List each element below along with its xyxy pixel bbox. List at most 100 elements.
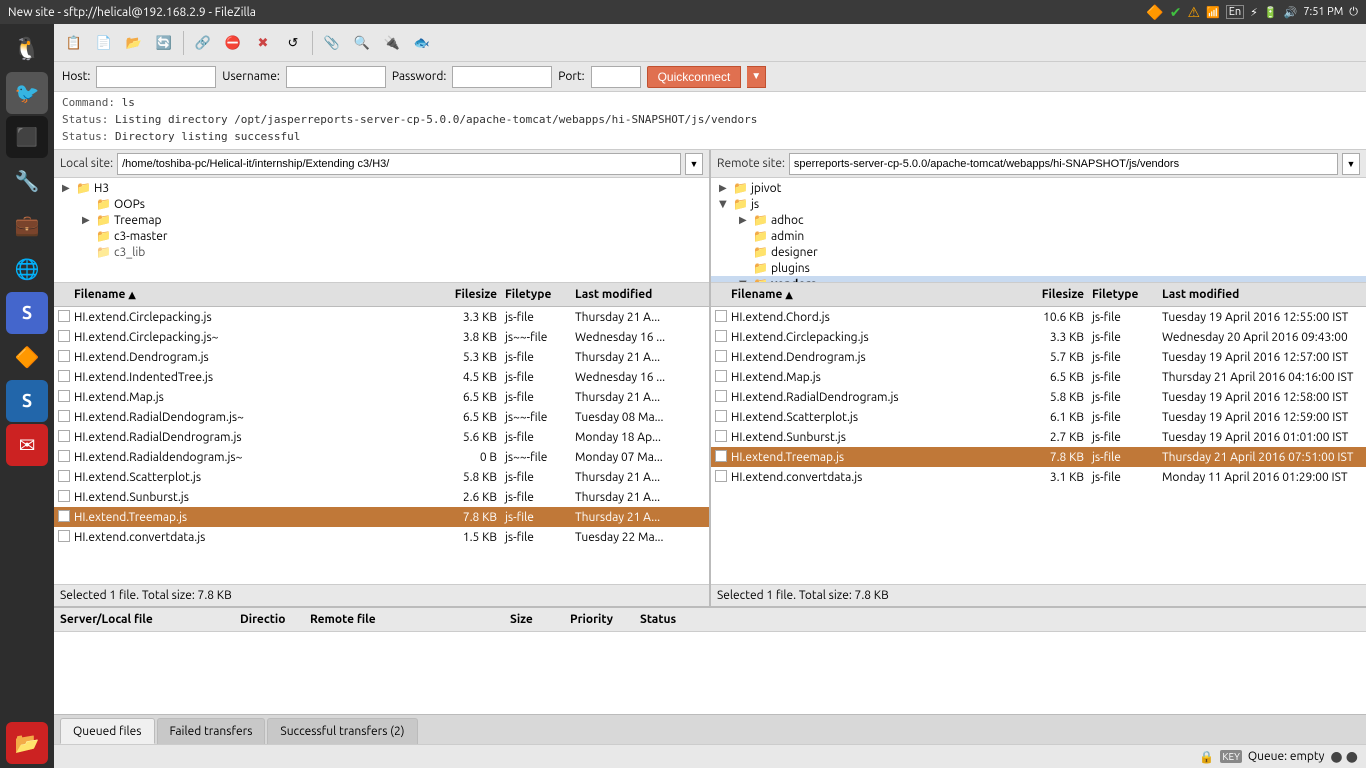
remote-file-row[interactable]: HI.extend.Circlepacking.js 3.3 KB js-fil… [711, 327, 1366, 347]
tree-item-js[interactable]: ▼ 📁 js [711, 196, 1366, 212]
remote-col-filesize[interactable]: Filesize [1012, 288, 1092, 301]
remote-col-filename[interactable]: Filename ▲ [731, 288, 1012, 301]
bottom-tabs: Queued files Failed transfers Successful… [54, 714, 1366, 744]
local-file-row[interactable]: HI.extend.Treemap.js 7.8 KB js-file Thur… [54, 507, 709, 527]
queue-btn[interactable]: 📎 [318, 29, 346, 57]
file-type: js-file [505, 491, 575, 504]
sidebar-icon-s1[interactable]: S [6, 292, 48, 334]
tree-item-adhoc[interactable]: ▶ 📁 adhoc [711, 212, 1366, 228]
remote-pane: Remote site: ▼ ▶ 📁 jpivot ▼ 📁 [711, 150, 1366, 606]
tree-item-designer[interactable]: 📁 designer [711, 244, 1366, 260]
local-file-row[interactable]: HI.extend.Sunburst.js 2.6 KB js-file Thu… [54, 487, 709, 507]
tree-item-oops[interactable]: 📁 OOPs [54, 196, 709, 212]
c3master-label: c3-master [114, 230, 167, 243]
tree-item-jpivot[interactable]: ▶ 📁 jpivot [711, 180, 1366, 196]
local-col-filename[interactable]: Filename ▲ [74, 288, 435, 301]
remote-file-row[interactable]: HI.extend.Dendrogram.js 5.7 KB js-file T… [711, 347, 1366, 367]
sidebar-icon-filezilla[interactable]: 📂 [6, 722, 48, 764]
local-tree: ▶ 📁 H3 📁 OOPs ▶ 📁 Treemap [54, 178, 709, 283]
tree-item-treemap[interactable]: ▶ 📁 Treemap [54, 212, 709, 228]
local-file-row[interactable]: HI.extend.Radialdendogram.js~ 0 B js~~-f… [54, 447, 709, 467]
tree-item-vendors[interactable]: ▼ 📁 vendors [711, 276, 1366, 283]
toggle-remotedir-btn[interactable]: 🔄 [150, 29, 178, 57]
sidebar-icon-terminal[interactable]: ⬛ [6, 116, 48, 158]
sidebar-icon-s2[interactable]: S [6, 380, 48, 422]
tab-successful-transfers[interactable]: Successful transfers (2) [267, 718, 417, 744]
cancel-btn[interactable]: ✖ [249, 29, 277, 57]
remote-file-row[interactable]: HI.extend.Treemap.js 7.8 KB js-file Thur… [711, 447, 1366, 467]
tree-item-plugins[interactable]: 📁 plugins [711, 260, 1366, 276]
filter-btn[interactable]: 🔌 [378, 29, 406, 57]
quickconnect-button[interactable]: Quickconnect [647, 66, 742, 88]
remote-file-size: 3.3 KB [1012, 331, 1092, 344]
remote-col-modified[interactable]: Last modified [1162, 288, 1362, 301]
local-col-filetype[interactable]: Filetype [505, 288, 575, 301]
tree-item-c3master[interactable]: 📁 c3-master [54, 228, 709, 244]
adhoc-folder-icon: 📁 [753, 213, 768, 227]
transfer-cols-header: Server/Local file Directio Remote file S… [54, 608, 1366, 632]
open-sitemanager-btn[interactable]: 📋 [60, 29, 88, 57]
tree-item-h3[interactable]: ▶ 📁 H3 [54, 180, 709, 196]
local-file-row[interactable]: HI.extend.RadialDendogram.js~ 6.5 KB js~… [54, 407, 709, 427]
toggle-log-btn[interactable]: 📄 [90, 29, 118, 57]
toggle-localdir-btn[interactable]: 📂 [120, 29, 148, 57]
local-file-row[interactable]: HI.extend.Map.js 6.5 KB js-file Thursday… [54, 387, 709, 407]
remote-path-input[interactable] [789, 153, 1338, 175]
refresh-btn[interactable]: ↺ [279, 29, 307, 57]
password-input[interactable] [452, 66, 552, 88]
tree-item-c3lib[interactable]: 📁 c3_lib [54, 244, 709, 260]
host-input[interactable] [96, 66, 216, 88]
local-file-list: HI.extend.Circlepacking.js 3.3 KB js-fil… [54, 307, 709, 584]
remote-file-row[interactable]: HI.extend.Scatterplot.js 6.1 KB js-file … [711, 407, 1366, 427]
remote-path-dropdown-btn[interactable]: ▼ [1342, 153, 1360, 175]
transfer-col-size: Size [510, 613, 570, 626]
local-file-row[interactable]: HI.extend.Circlepacking.js 3.3 KB js-fil… [54, 307, 709, 327]
local-file-row[interactable]: HI.extend.IndentedTree.js 4.5 KB js-file… [54, 367, 709, 387]
sidebar-icon-bird[interactable]: 🐦 [6, 72, 48, 114]
tree-item-admin[interactable]: 📁 admin [711, 228, 1366, 244]
quickconnect-dropdown-btn[interactable]: ▼ [747, 66, 766, 88]
local-file-row[interactable]: HI.extend.Circlepacking.js~ 3.8 KB js~~-… [54, 327, 709, 347]
remote-file-row[interactable]: HI.extend.Chord.js 10.6 KB js-file Tuesd… [711, 307, 1366, 327]
app-sidebar: 🐧 🐦 ⬛ 🔧 💼 🌐 S 🔶 S ✉ 📂 [0, 24, 54, 768]
wifi-icon: 📶 [1206, 6, 1220, 19]
remote-file-modified: Wednesday 20 April 2016 09:43:00 [1162, 331, 1362, 344]
remote-file-size: 10.6 KB [1012, 311, 1092, 324]
sidebar-icon-chrome[interactable]: 🌐 [6, 248, 48, 290]
remote-file-name: HI.extend.Sunburst.js [731, 431, 1012, 444]
username-input[interactable] [286, 66, 386, 88]
sidebar-icon-mail[interactable]: ✉ [6, 424, 48, 466]
sidebar-icon-vlc[interactable]: 🔶 [6, 336, 48, 378]
admin-folder-icon: 📁 [753, 229, 768, 243]
remote-file-size: 3.1 KB [1012, 471, 1092, 484]
local-col-filesize[interactable]: Filesize [435, 288, 505, 301]
file-name: HI.extend.RadialDendogram.js~ [74, 411, 435, 424]
file-name: HI.extend.Scatterplot.js [74, 471, 435, 484]
local-col-modified[interactable]: Last modified [575, 288, 705, 301]
remote-file-name: HI.extend.Circlepacking.js [731, 331, 1012, 344]
remote-file-modified: Thursday 21 April 2016 04:16:00 IST [1162, 371, 1362, 384]
local-file-row[interactable]: HI.extend.RadialDendrogram.js 5.6 KB js-… [54, 427, 709, 447]
local-file-row[interactable]: HI.extend.Dendrogram.js 5.3 KB js-file T… [54, 347, 709, 367]
sidebar-icon-briefcase[interactable]: 💼 [6, 204, 48, 246]
remote-file-row[interactable]: HI.extend.Sunburst.js 2.7 KB js-file Tue… [711, 427, 1366, 447]
disconnect-btn[interactable]: ⛔ [219, 29, 247, 57]
compare-btn[interactable]: 🐟 [408, 29, 436, 57]
reconnect-btn[interactable]: 🔗 [189, 29, 217, 57]
tab-failed-transfers[interactable]: Failed transfers [157, 718, 266, 744]
sidebar-icon-settings[interactable]: 🔧 [6, 160, 48, 202]
file-type: js-file [505, 351, 575, 364]
remote-file-row[interactable]: HI.extend.Map.js 6.5 KB js-file Thursday… [711, 367, 1366, 387]
remote-col-filetype[interactable]: Filetype [1092, 288, 1162, 301]
local-file-row[interactable]: HI.extend.convertdata.js 1.5 KB js-file … [54, 527, 709, 547]
processqueue-btn[interactable]: 🔍 [348, 29, 376, 57]
sidebar-icon-ubuntu[interactable]: 🐧 [6, 28, 48, 70]
tab-queued-files[interactable]: Queued files [60, 718, 155, 744]
local-path-dropdown-btn[interactable]: ▼ [685, 153, 703, 175]
remote-file-row[interactable]: HI.extend.RadialDendrogram.js 5.8 KB js-… [711, 387, 1366, 407]
designer-label: designer [771, 246, 818, 259]
port-input[interactable] [591, 66, 641, 88]
local-file-row[interactable]: HI.extend.Scatterplot.js 5.8 KB js-file … [54, 467, 709, 487]
remote-file-row[interactable]: HI.extend.convertdata.js 3.1 KB js-file … [711, 467, 1366, 487]
local-path-input[interactable] [117, 153, 681, 175]
